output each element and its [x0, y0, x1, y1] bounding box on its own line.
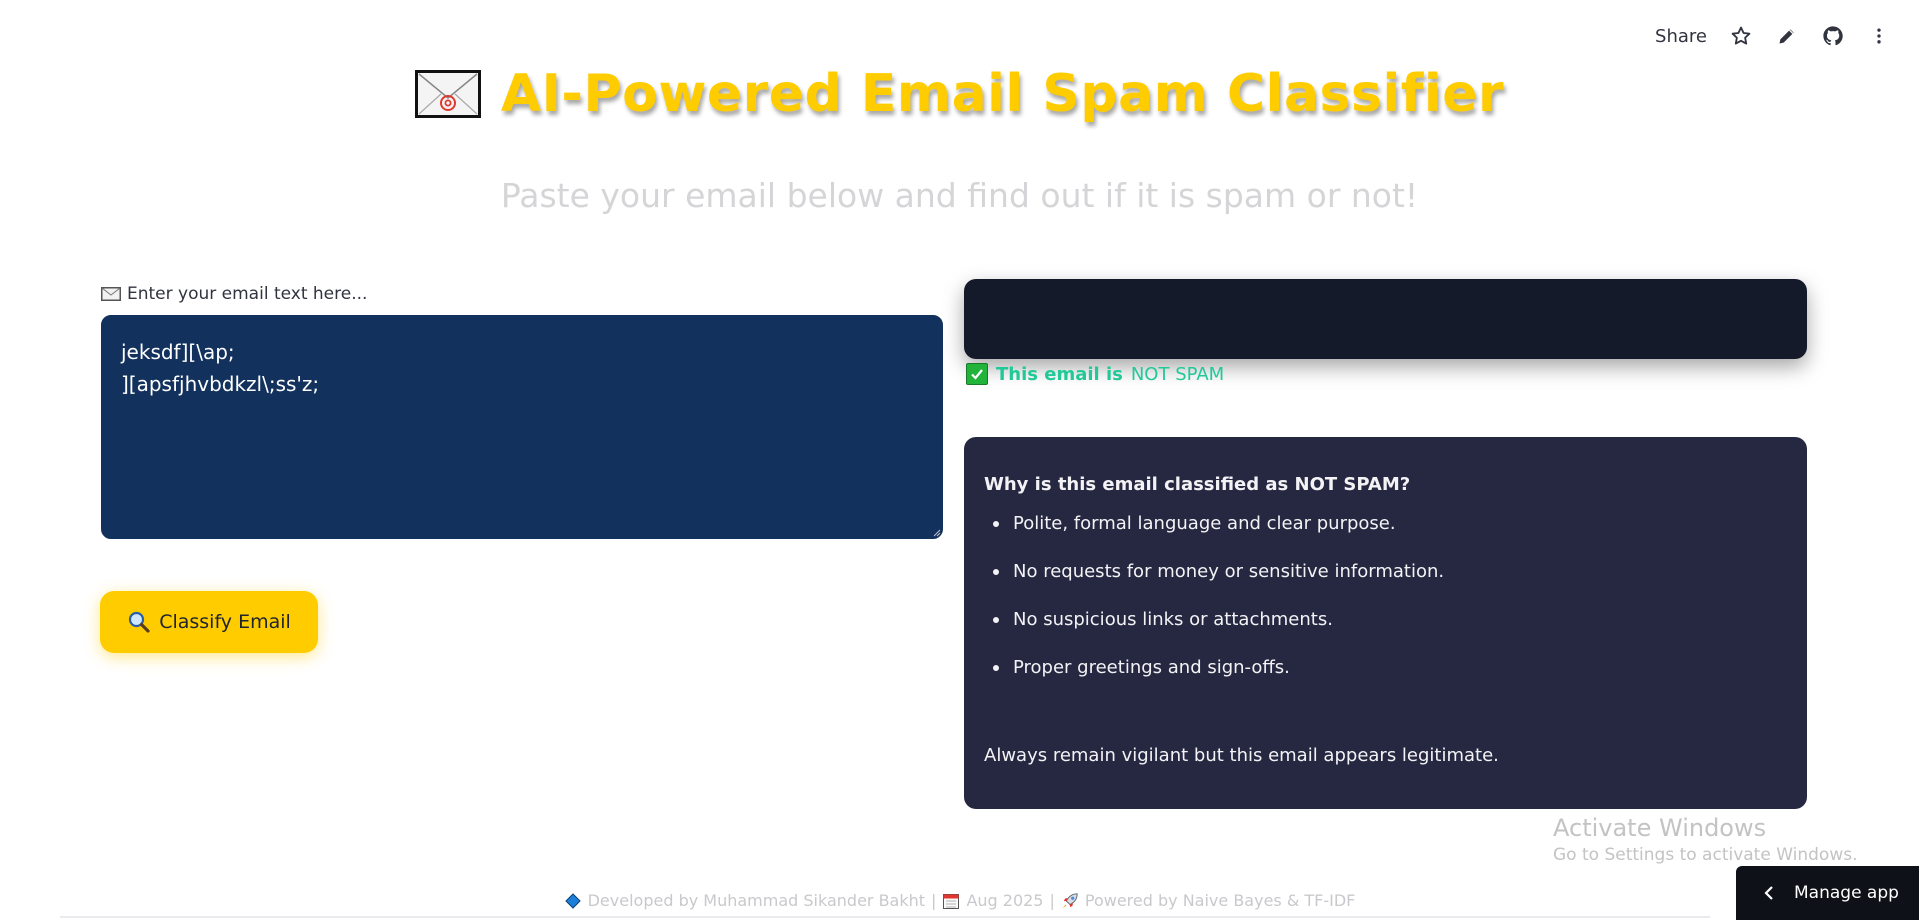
share-button[interactable]: Share	[1655, 26, 1707, 47]
envelope-icon	[414, 70, 481, 118]
diamond-icon	[564, 892, 582, 910]
reason-item: Proper greetings and sign-offs.	[984, 653, 1787, 701]
email-text-input[interactable]	[101, 315, 943, 539]
classify-email-button[interactable]: Classify Email	[100, 591, 318, 653]
explanation-heading: Why is this email classified as NOT SPAM…	[984, 474, 1411, 495]
classify-email-label: Classify Email	[159, 611, 291, 633]
footer-powered: Powered by Naive Bayes & TF-IDF	[1084, 891, 1356, 910]
result-banner	[964, 279, 1807, 359]
explanation-conclusion: Always remain vigilant but this email ap…	[984, 745, 1499, 766]
page-footer: Developed by Muhammad Sikander Bakht | A…	[0, 891, 1919, 910]
footer-separator: |	[931, 891, 937, 910]
page-subtitle: Paste your email below and find out if i…	[500, 176, 1419, 215]
result-verdict: NOT SPAM	[1130, 363, 1225, 385]
watermark-subtitle: Go to Settings to activate Windows.	[1553, 845, 1858, 865]
top-toolbar: Share	[1655, 20, 1891, 52]
page-header: AI-Powered Email Spam Classifier	[0, 64, 1919, 124]
reason-item: Polite, formal language and clear purpos…	[984, 509, 1787, 557]
resize-grip-icon[interactable]	[933, 529, 941, 537]
reason-list: Polite, formal language and clear purpos…	[984, 509, 1787, 701]
email-input-label-text: Enter your email text here...	[127, 284, 368, 304]
footer-date: Aug 2025	[966, 891, 1044, 910]
result-prefix: This email is	[996, 363, 1123, 385]
chevron-left-icon	[1764, 886, 1773, 900]
explanation-card: Why is this email classified as NOT SPAM…	[964, 437, 1807, 809]
watermark-title: Activate Windows	[1553, 814, 1767, 842]
more-vertical-icon[interactable]	[1867, 24, 1891, 48]
star-icon[interactable]	[1729, 24, 1753, 48]
result-status: This email is NOT SPAM	[966, 363, 1224, 385]
manage-app-button[interactable]: Manage app	[1736, 866, 1919, 920]
footer-separator: |	[1049, 891, 1055, 910]
check-mark-icon	[966, 363, 988, 385]
envelope-icon	[101, 287, 121, 301]
bottom-divider	[60, 916, 1710, 918]
manage-app-label: Manage app	[1794, 883, 1899, 903]
github-icon[interactable]	[1821, 24, 1845, 48]
activate-windows-watermark: Activate Windows Go to Settings to activ…	[1553, 812, 1858, 866]
email-input-label: Enter your email text here...	[101, 284, 367, 304]
magnifier-icon	[129, 611, 150, 633]
pencil-icon[interactable]	[1775, 24, 1799, 48]
calendar-icon	[942, 892, 960, 910]
footer-developer: Developed by Muhammad Sikander Bakht	[587, 891, 926, 910]
rocket-icon	[1061, 892, 1079, 910]
reason-item: No suspicious links or attachments.	[984, 605, 1787, 653]
reason-item: No requests for money or sensitive infor…	[984, 557, 1787, 605]
page-title: AI-Powered Email Spam Classifier	[500, 64, 1505, 124]
